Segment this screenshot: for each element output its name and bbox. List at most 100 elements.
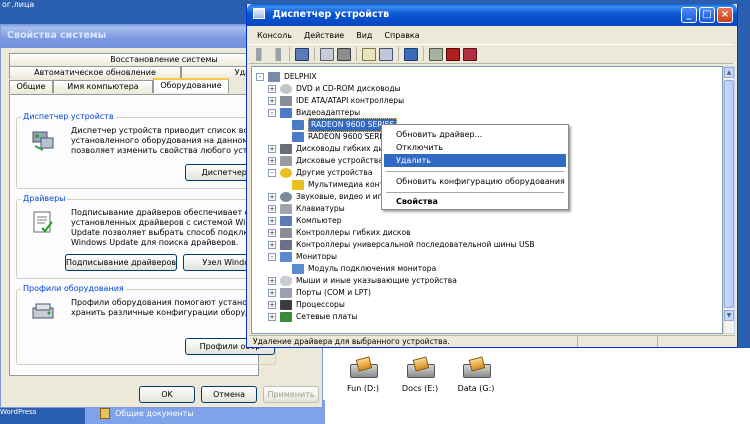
expand-icon[interactable]: + (268, 145, 276, 153)
tree-label: Мониторы (296, 252, 337, 261)
tree-row[interactable]: + Мыши и иные указывающие устройства (268, 275, 457, 287)
window-title: Свойства системы (7, 30, 107, 41)
menu-uninstall[interactable]: Удалить (384, 154, 566, 167)
driver-signing-icon (31, 210, 57, 234)
expand-icon[interactable]: + (268, 97, 276, 105)
ok-button[interactable]: OK (139, 386, 195, 403)
expand-icon[interactable]: + (268, 313, 276, 321)
floppy-controller-icon (280, 228, 292, 238)
drivers-group: Драйверы Подписывание драйверов обеспечи… (16, 194, 276, 279)
expand-icon[interactable]: + (268, 289, 276, 297)
toolbar-separator (398, 47, 399, 61)
forward-arrow-icon[interactable] (270, 47, 284, 61)
drive-e[interactable]: Docs (E:) (390, 360, 450, 393)
scan-hardware-icon[interactable] (404, 47, 418, 61)
tab-hardware[interactable]: Оборудование (153, 78, 229, 93)
tree-label: IDE ATA/ATAPI контроллеры (296, 96, 405, 105)
tree-row[interactable]: - Другие устройства (268, 167, 372, 179)
minimize-button[interactable]: _ (681, 7, 697, 23)
cancel-button[interactable]: Отмена (201, 386, 257, 403)
expand-icon[interactable]: + (268, 229, 276, 237)
tree-row[interactable]: Модуль подключения монитора (292, 263, 436, 275)
back-arrow-icon[interactable] (253, 47, 267, 61)
menu-help[interactable]: Справка (378, 29, 425, 43)
expand-icon[interactable]: + (268, 217, 276, 225)
uninstall-icon[interactable] (446, 47, 460, 61)
update-driver-icon[interactable] (429, 47, 443, 61)
collapse-icon[interactable]: - (268, 169, 276, 177)
menu-view[interactable]: Вид (350, 29, 378, 43)
collapse-icon[interactable]: - (268, 109, 276, 117)
tree-row[interactable]: + Процессоры (268, 299, 345, 311)
tree-label: Контроллеры гибких дисков (296, 228, 411, 237)
toolbar-separator (289, 47, 290, 61)
tree-label: Дисковые устройства (296, 156, 384, 165)
tree-row[interactable]: + DVD и CD-ROM дисководы (268, 83, 401, 95)
tree-row[interactable]: + IDE ATA/ATAPI контроллеры (268, 95, 404, 107)
tree-row[interactable]: + Сетевые платы (268, 311, 358, 323)
expand-icon[interactable]: + (268, 301, 276, 309)
collapse-icon[interactable]: - (268, 253, 276, 261)
console-tree-icon[interactable] (295, 47, 309, 61)
device-manager-description: Диспетчер устройств приводит список всег… (71, 126, 267, 155)
close-button[interactable]: × (717, 7, 733, 23)
driver-signing-button[interactable]: Подписывание драйверов (65, 254, 177, 271)
tab-general[interactable]: Общие (9, 80, 53, 93)
properties-icon[interactable] (320, 47, 334, 61)
display-adapter-icon (292, 132, 304, 142)
collapse-icon[interactable]: - (256, 73, 264, 81)
tree-label: Компьютер (296, 216, 342, 225)
menu-console[interactable]: Консоль (251, 29, 298, 43)
context-menu: Обновить драйвер... Отключить Удалить Об… (381, 124, 569, 210)
help-icon[interactable] (362, 47, 376, 61)
cdrom-icon (280, 84, 292, 94)
menu-scan-hardware[interactable]: Обновить конфигурацию оборудования (384, 175, 566, 188)
scroll-down-icon[interactable]: ▼ (724, 310, 734, 321)
keyboard-icon (280, 204, 292, 214)
expand-icon[interactable]: + (268, 205, 276, 213)
tree-row[interactable]: + Дисковые устройства (268, 155, 383, 167)
drive-d[interactable]: Fun (D:) (333, 360, 393, 393)
expand-icon[interactable]: + (268, 157, 276, 165)
print-icon[interactable] (337, 47, 351, 61)
help-topics-icon[interactable] (379, 47, 393, 61)
tree-row[interactable]: - DELPHIX (256, 71, 317, 83)
expand-icon[interactable]: + (268, 277, 276, 285)
menu-disable[interactable]: Отключить (384, 141, 566, 154)
drive-label: Data (G:) (457, 384, 495, 393)
status-separator (577, 335, 578, 347)
tree-row[interactable]: + Клавиатуры (268, 203, 345, 215)
drive-icon (350, 360, 378, 378)
apply-button[interactable]: Применить (263, 386, 319, 403)
shared-documents-link[interactable]: Общие документы (100, 408, 194, 419)
scroll-up-icon[interactable]: ▲ (724, 67, 734, 78)
monitor-icon (292, 264, 304, 274)
network-adapter-icon (280, 312, 292, 322)
maximize-button[interactable]: □ (699, 7, 715, 23)
tree-row[interactable]: + Контроллеры гибких дисков (268, 227, 411, 239)
scroll-thumb[interactable] (724, 80, 734, 308)
tree-label: Модуль подключения монитора (308, 264, 437, 273)
disable-icon[interactable] (463, 47, 477, 61)
expand-icon[interactable]: + (268, 85, 276, 93)
expand-icon[interactable]: + (268, 193, 276, 201)
drive-g[interactable]: Data (G:) (446, 360, 506, 393)
group-title: Профили оборудования (21, 284, 126, 293)
processor-icon (280, 300, 292, 310)
menu-separator (386, 192, 564, 193)
expand-icon[interactable]: + (268, 241, 276, 249)
tree-row[interactable]: + Контроллеры универсальной последовател… (268, 239, 535, 251)
computer-icon (268, 72, 280, 82)
menu-properties[interactable]: Свойства (384, 195, 566, 208)
tree-row[interactable]: + Порты (COM и LPT) (268, 287, 371, 299)
tree-label: Сетевые платы (296, 312, 358, 321)
menu-update-driver[interactable]: Обновить драйвер... (384, 128, 566, 141)
tree-scrollbar[interactable]: ▲ ▼ (723, 66, 735, 334)
tree-row[interactable]: + Компьютер (268, 215, 342, 227)
ide-controller-icon (280, 96, 292, 106)
device-manager-titlebar[interactable]: Диспетчер устройств _ □ × (247, 4, 737, 26)
drive-icon (407, 360, 435, 378)
tree-row[interactable]: - Мониторы (268, 251, 337, 263)
tab-computer-name[interactable]: Имя компьютера (53, 80, 153, 93)
menu-action[interactable]: Действие (298, 29, 350, 43)
